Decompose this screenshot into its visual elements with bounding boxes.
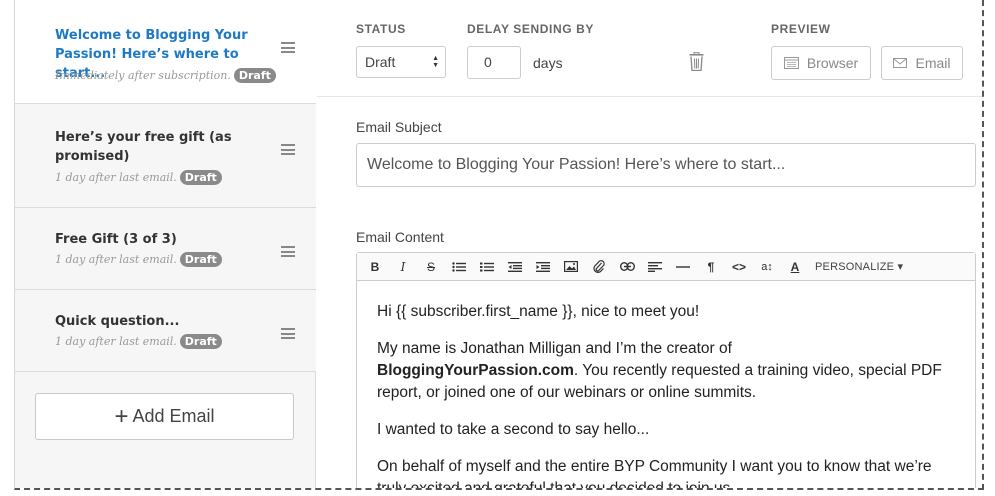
numbered-list-icon[interactable] bbox=[473, 254, 501, 280]
font-size-icon[interactable]: a↕ bbox=[753, 254, 781, 280]
preview-email-button[interactable]: Email bbox=[881, 46, 963, 80]
drag-handle-icon[interactable] bbox=[281, 144, 295, 155]
link-icon[interactable] bbox=[613, 254, 641, 280]
plus-icon: + bbox=[114, 402, 129, 430]
body-paragraph-4: On behalf of myself and the entire BYP C… bbox=[377, 458, 932, 490]
envelope-icon bbox=[893, 58, 908, 68]
email-sequence-sidebar: Welcome to Blogging Your Passion! Here’s… bbox=[15, 0, 316, 488]
timing-text: 1 day after last email. bbox=[55, 253, 177, 266]
drag-handle-icon[interactable] bbox=[281, 42, 295, 53]
rich-text-editor: B I S ¶ <> a↕ A PERSONALIZE ▾ Hi {{subs… bbox=[356, 252, 976, 490]
email-list-item-3[interactable]: Free Gift (3 of 3) 1 day after last emai… bbox=[15, 208, 316, 290]
email-editor-panel: STATUS Draft ▲ ▼ DELAY SENDING BY 0 days … bbox=[317, 0, 982, 488]
outdent-icon[interactable] bbox=[501, 254, 529, 280]
delay-label: DELAY SENDING BY bbox=[467, 22, 594, 36]
drag-handle-icon[interactable] bbox=[281, 246, 295, 257]
email-title: Here’s your free gift (as promised) bbox=[55, 130, 232, 164]
body-text: My name is Jonathan Milligan and I’m the… bbox=[377, 340, 732, 357]
email-title: Quick question... bbox=[55, 314, 180, 329]
status-select[interactable]: Draft ▲ ▼ bbox=[356, 46, 446, 78]
paragraph-icon[interactable]: ¶ bbox=[697, 254, 725, 280]
delay-unit-label: days bbox=[533, 55, 563, 71]
preview-email-label: Email bbox=[915, 55, 951, 71]
timing-text: 1 day after last email. bbox=[55, 171, 177, 184]
email-list-item-4[interactable]: Quick question... 1 day after last email… bbox=[15, 290, 316, 372]
preview-label: PREVIEW bbox=[771, 22, 831, 36]
email-list-item-1[interactable]: Welcome to Blogging Your Passion! Here’s… bbox=[15, 0, 316, 104]
email-timing: 1 day after last email. Draft bbox=[55, 170, 222, 185]
body-paragraph-2: My name is Jonathan Milligan and I’m the… bbox=[377, 338, 955, 404]
status-value: Draft bbox=[365, 54, 396, 70]
drag-handle-icon[interactable] bbox=[281, 328, 295, 339]
add-email-button[interactable]: + Add Email bbox=[35, 393, 294, 440]
status-badge: Draft bbox=[179, 252, 222, 267]
email-subject-label: Email Subject bbox=[356, 119, 442, 135]
email-content-label: Email Content bbox=[356, 229, 444, 245]
body-bold-link: BloggingYourPassion.com bbox=[377, 362, 574, 379]
email-body-editor[interactable]: Hi {{ subscriber.first_name }}, nice to … bbox=[357, 281, 975, 490]
status-label: STATUS bbox=[356, 22, 406, 36]
app-frame: Welcome to Blogging Your Passion! Here’s… bbox=[14, 0, 984, 490]
text-color-icon[interactable]: A bbox=[781, 254, 809, 280]
browser-icon bbox=[783, 57, 799, 69]
add-email-label: Add Email bbox=[132, 406, 215, 426]
email-subject-input[interactable]: Welcome to Blogging Your Passion! Here’s… bbox=[356, 143, 976, 187]
caret-down-icon: ▾ bbox=[897, 261, 904, 273]
email-timing: 1 day after last email. Draft bbox=[55, 334, 222, 349]
preview-browser-label: Browser bbox=[806, 55, 859, 71]
bulleted-list-icon[interactable] bbox=[445, 254, 473, 280]
body-paragraph-3: I wanted to take a second to say hello..… bbox=[377, 421, 650, 438]
status-badge: Draft bbox=[179, 170, 222, 185]
email-settings-bar: STATUS Draft ▲ ▼ DELAY SENDING BY 0 days … bbox=[317, 0, 982, 97]
trash-icon[interactable] bbox=[689, 52, 704, 71]
strikethrough-icon[interactable]: S bbox=[417, 254, 445, 280]
personalize-label: PERSONALIZE bbox=[815, 261, 895, 273]
body-paragraph-1: Hi {{ subscriber.first_name }}, nice to … bbox=[377, 303, 700, 320]
delay-days-input[interactable]: 0 bbox=[467, 46, 521, 79]
email-timing: Immediately after subscription. Draft bbox=[55, 68, 276, 83]
email-list-item-2[interactable]: Here’s your free gift (as promised) 1 da… bbox=[15, 104, 316, 208]
bold-icon[interactable]: B bbox=[361, 254, 389, 280]
select-arrows-icon: ▲ ▼ bbox=[432, 55, 439, 69]
personalize-dropdown[interactable]: PERSONALIZE ▾ bbox=[815, 260, 903, 273]
align-icon[interactable] bbox=[641, 254, 669, 280]
status-badge: Draft bbox=[179, 334, 222, 349]
timing-text: Immediately after subscription. bbox=[55, 69, 231, 82]
timing-text: 1 day after last email. bbox=[55, 335, 177, 348]
code-icon[interactable]: <> bbox=[725, 254, 753, 280]
image-icon[interactable] bbox=[557, 254, 585, 280]
attachment-icon[interactable] bbox=[585, 254, 613, 280]
email-title: Free Gift (3 of 3) bbox=[55, 232, 177, 247]
italic-icon[interactable]: I bbox=[389, 254, 417, 280]
editor-toolbar: B I S ¶ <> a↕ A PERSONALIZE ▾ bbox=[357, 253, 975, 281]
status-badge: Draft bbox=[233, 68, 276, 83]
horizontal-rule-icon[interactable] bbox=[669, 254, 697, 280]
preview-browser-button[interactable]: Browser bbox=[771, 46, 871, 80]
email-timing: 1 day after last email. Draft bbox=[55, 252, 222, 267]
indent-icon[interactable] bbox=[529, 254, 557, 280]
